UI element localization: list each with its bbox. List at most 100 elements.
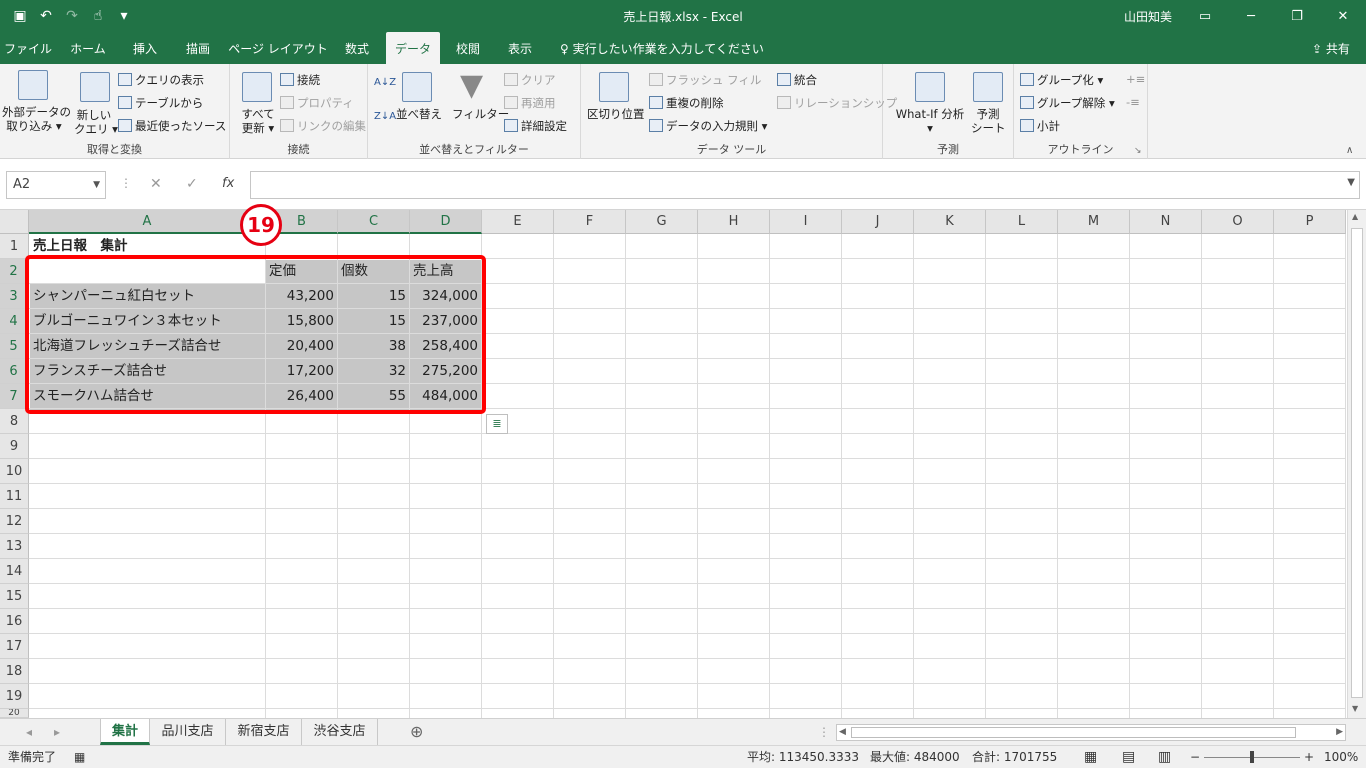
status-sum[interactable]: 合計: 1701755 bbox=[972, 746, 1057, 768]
sort-button[interactable]: 並べ替え bbox=[396, 107, 442, 121]
row-header-13[interactable]: 13 bbox=[0, 534, 29, 559]
row-header-11[interactable]: 11 bbox=[0, 484, 29, 509]
subtotal-button[interactable]: 小計 bbox=[1020, 119, 1060, 133]
column-header-j[interactable]: J bbox=[842, 210, 914, 234]
status-max[interactable]: 最大値: 484000 bbox=[870, 746, 960, 768]
sheet-tab-shinjuku[interactable]: 新宿支店 bbox=[226, 719, 302, 745]
data-validation-button[interactable]: データの入力規則 ▾ bbox=[649, 119, 767, 133]
row-header-8[interactable]: 8 bbox=[0, 409, 29, 434]
row-header-20[interactable]: 20 bbox=[0, 709, 29, 718]
get-external-data-button[interactable]: 外部データの 取り込み ▾ bbox=[2, 105, 71, 133]
what-if-button[interactable]: What-If 分析 ▾ bbox=[891, 107, 969, 135]
quick-analysis-icon[interactable]: ≣ bbox=[486, 414, 508, 434]
edit-links-button[interactable]: リンクの編集 bbox=[280, 119, 366, 133]
column-header-h[interactable]: H bbox=[698, 210, 770, 234]
status-average[interactable]: 平均: 113450.3333 bbox=[747, 746, 859, 768]
tab-formulas[interactable]: 数式 bbox=[332, 32, 382, 64]
column-header-c[interactable]: C bbox=[338, 210, 410, 234]
scroll-down-icon[interactable]: ▼ bbox=[1352, 704, 1358, 713]
forecast-sheet-button[interactable]: 予測 シート bbox=[971, 107, 1006, 135]
row-header-17[interactable]: 17 bbox=[0, 634, 29, 659]
hide-detail-icon[interactable]: -≡ bbox=[1126, 95, 1140, 109]
close-icon[interactable]: ✕ bbox=[1320, 0, 1366, 32]
collapse-ribbon-icon[interactable]: ∧ bbox=[1346, 144, 1353, 158]
page-layout-view-icon[interactable]: ▤ bbox=[1122, 746, 1135, 768]
row-header-19[interactable]: 19 bbox=[0, 684, 29, 709]
column-header-m[interactable]: M bbox=[1058, 210, 1130, 234]
column-header-i[interactable]: I bbox=[770, 210, 842, 234]
reapply-button[interactable]: 再適用 bbox=[504, 96, 556, 110]
show-queries-button[interactable]: クエリの表示 bbox=[118, 73, 204, 87]
row-header-9[interactable]: 9 bbox=[0, 434, 29, 459]
scroll-left-icon[interactable]: ◀ bbox=[839, 725, 846, 740]
prev-sheet-icon[interactable]: ◂ bbox=[26, 719, 32, 745]
undo-icon[interactable]: ↶ bbox=[36, 6, 56, 26]
scroll-up-icon[interactable]: ▲ bbox=[1352, 212, 1358, 221]
ungroup-button[interactable]: グループ解除 ▾ bbox=[1020, 96, 1115, 110]
column-header-g[interactable]: G bbox=[626, 210, 698, 234]
refresh-all-button[interactable]: すべて 更新 ▾ bbox=[236, 107, 280, 135]
tab-review[interactable]: 校閲 bbox=[444, 32, 492, 64]
row-header-14[interactable]: 14 bbox=[0, 559, 29, 584]
advanced-filter-button[interactable]: 詳細設定 bbox=[504, 119, 567, 133]
tab-data[interactable]: データ bbox=[386, 32, 440, 64]
row-header-1[interactable]: 1 bbox=[0, 234, 29, 259]
column-header-d[interactable]: D bbox=[410, 210, 482, 234]
column-header-k[interactable]: K bbox=[914, 210, 986, 234]
column-header-p[interactable]: P bbox=[1274, 210, 1346, 234]
clear-button[interactable]: クリア bbox=[504, 73, 556, 87]
tab-file[interactable]: ファイル bbox=[0, 32, 56, 64]
row-header-15[interactable]: 15 bbox=[0, 584, 29, 609]
consolidate-button[interactable]: 統合 bbox=[777, 73, 817, 87]
column-header-n[interactable]: N bbox=[1130, 210, 1202, 234]
macro-record-icon[interactable]: ▦ bbox=[74, 746, 85, 768]
remove-duplicates-button[interactable]: 重複の削除 bbox=[649, 96, 724, 110]
show-detail-icon[interactable]: +≡ bbox=[1126, 72, 1145, 86]
horizontal-scrollbar[interactable]: ◀ ▶ bbox=[836, 724, 1346, 741]
page-break-view-icon[interactable]: ▥ bbox=[1158, 746, 1171, 768]
row-header-10[interactable]: 10 bbox=[0, 459, 29, 484]
insert-function-icon[interactable]: fx bbox=[222, 176, 234, 191]
tab-home[interactable]: ホーム bbox=[60, 32, 116, 64]
cancel-icon[interactable]: ✕ bbox=[150, 176, 162, 192]
user-name[interactable]: 山田知美 bbox=[1124, 8, 1172, 25]
vertical-scroll-thumb[interactable] bbox=[1351, 228, 1363, 698]
zoom-level[interactable]: 100% bbox=[1324, 746, 1358, 768]
share-button[interactable]: ⇪ 共有 bbox=[1312, 32, 1350, 64]
formula-input[interactable]: ▼ bbox=[250, 171, 1360, 199]
tab-view[interactable]: 表示 bbox=[496, 32, 544, 64]
chevron-down-icon[interactable]: ▼ bbox=[93, 172, 100, 198]
normal-view-icon[interactable]: ▦ bbox=[1084, 746, 1097, 768]
connections-button[interactable]: 接続 bbox=[280, 73, 320, 87]
zoom-out-icon[interactable]: − bbox=[1190, 746, 1200, 768]
zoom-in-icon[interactable]: + bbox=[1304, 746, 1314, 768]
select-all-button[interactable] bbox=[0, 210, 29, 234]
column-header-f[interactable]: F bbox=[554, 210, 626, 234]
touch-mode-icon[interactable]: ☝ bbox=[88, 6, 108, 26]
tab-page-layout[interactable]: ページ レイアウト bbox=[228, 32, 328, 64]
relationships-button[interactable]: リレーションシップ bbox=[777, 96, 897, 110]
customize-icon[interactable]: ▾ bbox=[114, 6, 134, 26]
sort-desc-icon[interactable]: Z↓A bbox=[374, 110, 396, 124]
sort-asc-icon[interactable]: A↓Z bbox=[374, 76, 396, 90]
properties-button[interactable]: プロパティ bbox=[280, 96, 354, 110]
save-icon[interactable]: ▣ bbox=[10, 6, 30, 26]
add-sheet-icon[interactable]: ⊕ bbox=[410, 719, 423, 745]
filter-button[interactable]: フィルター bbox=[452, 107, 509, 121]
horizontal-scroll-thumb[interactable] bbox=[851, 727, 1296, 738]
next-sheet-icon[interactable]: ▸ bbox=[54, 719, 60, 745]
column-header-a[interactable]: A bbox=[29, 210, 266, 234]
restore-icon[interactable]: ❐ bbox=[1274, 0, 1320, 32]
from-table-button[interactable]: テーブルから bbox=[118, 96, 203, 110]
scroll-right-icon[interactable]: ▶ bbox=[1336, 725, 1343, 740]
sheet-tab-shibuya[interactable]: 渋谷支店 bbox=[302, 719, 378, 745]
group-button[interactable]: グループ化 ▾ bbox=[1020, 73, 1103, 87]
tell-me-box[interactable]: ♀ 実行したい作業を入力してください bbox=[560, 32, 764, 64]
minimize-icon[interactable]: ─ bbox=[1228, 0, 1274, 32]
tab-insert[interactable]: 挿入 bbox=[118, 32, 172, 64]
column-header-e[interactable]: E bbox=[482, 210, 554, 234]
tab-draw[interactable]: 描画 bbox=[174, 32, 222, 64]
row-header-16[interactable]: 16 bbox=[0, 609, 29, 634]
sheet-tab-shinagawa[interactable]: 品川支店 bbox=[150, 719, 226, 745]
sheet-tab-summary[interactable]: 集計 bbox=[100, 719, 150, 745]
